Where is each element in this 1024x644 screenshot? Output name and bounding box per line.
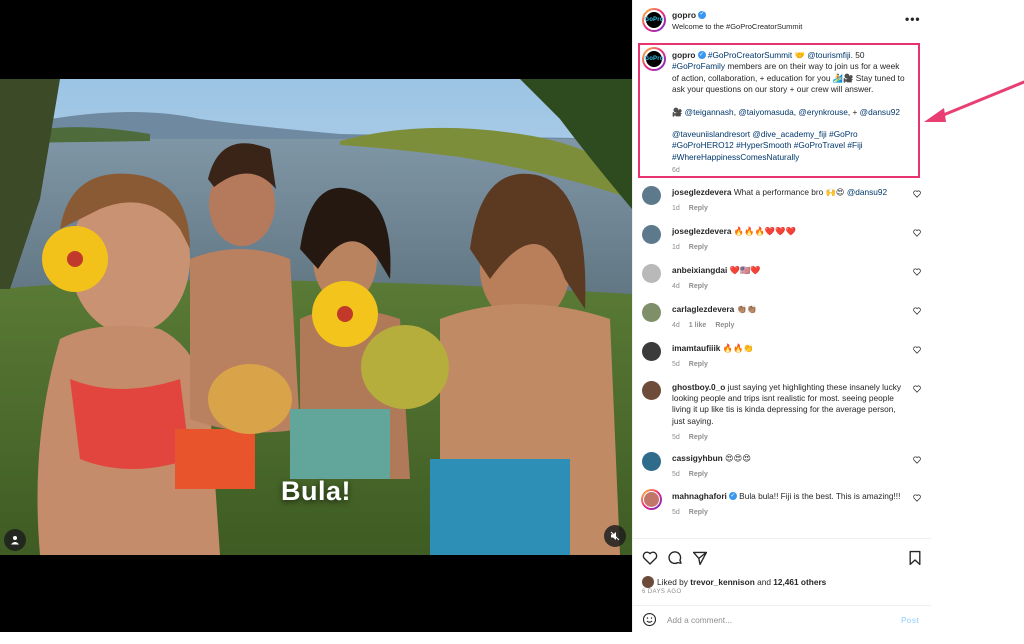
post-comment-button[interactable]: Post [901, 615, 919, 625]
likes-summary: Liked by trevor_kennison and 12,461 othe… [642, 576, 826, 588]
add-comment-bar: Add a comment... Post [633, 605, 931, 633]
heart-icon[interactable] [913, 307, 921, 315]
comment-username[interactable]: joseglezdevera [672, 226, 732, 236]
comment-username[interactable]: ghostboy.0_o [672, 382, 725, 392]
comment-username[interactable]: anbeixiangdai [672, 265, 727, 275]
gopro-logo-icon: GoPro [644, 17, 664, 23]
avatar[interactable] [642, 381, 661, 400]
comment-input[interactable]: Add a comment... [667, 615, 732, 625]
heart-icon[interactable] [913, 494, 921, 502]
comment-username[interactable]: imamtaufiiik [672, 343, 720, 353]
action-bar [642, 550, 922, 566]
comment-username[interactable]: carlaglezdevera [672, 304, 734, 314]
avatar[interactable] [642, 342, 661, 361]
avatar[interactable] [642, 452, 661, 471]
highlight-box [638, 43, 920, 178]
like-count[interactable]: 1 like [689, 322, 707, 329]
mute-icon[interactable] [604, 525, 626, 547]
comment-username[interactable]: joseglezdevera [672, 187, 732, 197]
mention-link[interactable]: @dansu92 [847, 187, 887, 197]
header-subtitle[interactable]: Welcome to the #GoProCreatorSummit [672, 22, 802, 31]
verified-icon [698, 10, 707, 19]
reply-button[interactable]: Reply [689, 244, 708, 251]
reply-button[interactable]: Reply [689, 205, 708, 212]
heart-icon[interactable] [913, 346, 921, 354]
reply-button[interactable]: Reply [689, 509, 708, 516]
liked-by-user[interactable]: trevor_kennison [690, 577, 755, 587]
verified-icon [728, 491, 737, 502]
emoji-icon[interactable] [642, 612, 657, 627]
share-icon[interactable] [692, 550, 708, 566]
reply-button[interactable]: Reply [689, 283, 708, 290]
avatar[interactable] [642, 186, 661, 205]
user-tag-icon[interactable] [4, 529, 26, 551]
overlay-caption: Bula! [281, 476, 351, 506]
heart-icon[interactable] [913, 190, 921, 198]
avatar[interactable] [642, 264, 661, 283]
comment-username[interactable]: cassigyhbun [672, 453, 723, 463]
comment-username[interactable]: mahnaghafori [672, 491, 727, 501]
reply-button[interactable]: Reply [715, 322, 734, 329]
reply-button[interactable]: Reply [689, 471, 708, 478]
heart-icon[interactable] [913, 229, 921, 237]
avatar[interactable]: GoPro [642, 8, 666, 32]
avatar[interactable] [642, 225, 661, 244]
header-username[interactable]: gopro [672, 10, 696, 20]
more-icon[interactable]: ••• [905, 12, 921, 26]
post-media[interactable]: Bula! [0, 0, 632, 632]
heart-icon[interactable] [913, 456, 921, 464]
heart-icon[interactable] [913, 385, 921, 393]
likes-count[interactable]: 12,461 others [773, 577, 826, 587]
post-header: GoPro gopro Welcome to the #GoProCreator… [633, 0, 931, 40]
annotation-arrow-icon [924, 80, 1024, 122]
heart-icon[interactable] [642, 550, 658, 566]
heart-icon[interactable] [913, 268, 921, 276]
reply-button[interactable]: Reply [689, 361, 708, 368]
post-date: 6 DAYS AGO [642, 589, 682, 595]
avatar [642, 576, 654, 588]
avatar[interactable] [641, 489, 662, 510]
bookmark-icon[interactable] [908, 550, 922, 566]
comment-icon[interactable] [667, 550, 683, 566]
post-footer: Liked by trevor_kennison and 12,461 othe… [633, 538, 931, 632]
avatar[interactable] [642, 303, 661, 322]
reply-button[interactable]: Reply [689, 434, 708, 441]
